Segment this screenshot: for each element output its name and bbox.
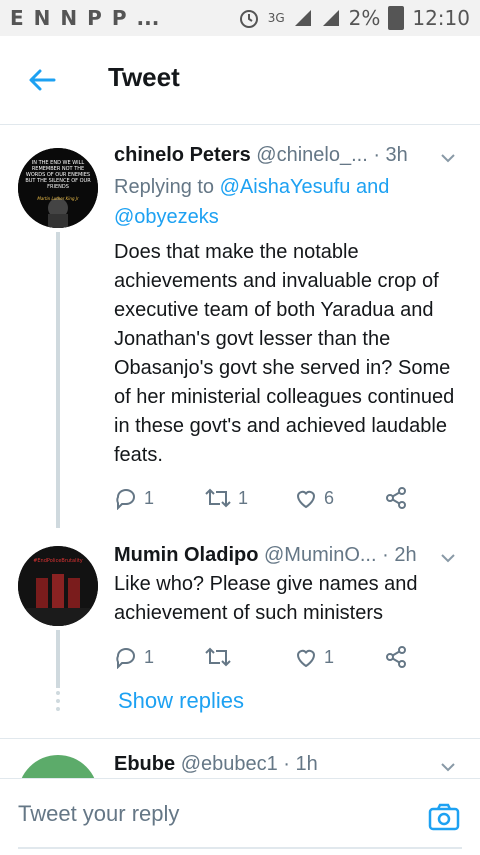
notification-icon-5: P: [111, 6, 127, 30]
heart-icon: [296, 490, 316, 509]
notification-icons: E N N P P ...: [10, 6, 159, 30]
notification-icon-3: N: [60, 6, 78, 30]
tweet-ebube[interactable]: Ebube @ebubec1 · 1h: [0, 739, 480, 779]
network-type: 3G: [267, 11, 285, 25]
display-name[interactable]: chinelo Peters: [114, 144, 251, 166]
show-replies-link[interactable]: Show replies: [118, 688, 244, 714]
battery-icon: [388, 6, 405, 30]
handle[interactable]: @chinelo_...: [256, 144, 367, 166]
reply-count: 1: [144, 487, 155, 508]
timestamp: · 1h: [283, 753, 318, 775]
retweet-icon: [205, 488, 231, 508]
tweet-text: Like who? Please give names and achievem…: [114, 573, 418, 624]
signal-icon: [294, 10, 311, 26]
display-name[interactable]: Ebube: [114, 753, 175, 775]
reply-count: 1: [144, 646, 155, 667]
reply-button[interactable]: 1: [114, 486, 204, 510]
like-count: 1: [324, 646, 335, 667]
mention-link[interactable]: @obyezeks: [114, 206, 219, 228]
retweet-count: 1: [238, 487, 249, 508]
thread-line: [56, 630, 60, 688]
notification-icon-4: P: [87, 6, 102, 30]
avatar[interactable]: #EndPoliceBrutality: [18, 546, 98, 626]
back-arrow-icon[interactable]: [26, 64, 58, 96]
thread-dots: [56, 691, 60, 715]
composer-underline: [18, 847, 462, 849]
replying-to-prefix: Replying to: [114, 176, 215, 198]
heart-icon: [296, 649, 316, 668]
signal-2-icon: [322, 10, 339, 26]
tweet-text: Does that make the notable achievements …: [114, 241, 455, 466]
reply-composer: Tweet your reply: [0, 778, 480, 855]
reply-input[interactable]: Tweet your reply: [18, 801, 179, 827]
tweet-header: chinelo Peters @chinelo_... · 3h: [114, 144, 408, 167]
tweet-header: Mumin Oladipo @MuminO... · 2h: [114, 544, 417, 567]
avatar[interactable]: IN THE END WE WILL REMEMBER NOT THE WORD…: [18, 148, 98, 228]
like-count: 6: [324, 487, 335, 508]
avatar[interactable]: [18, 755, 98, 779]
handle[interactable]: @ebubec1: [181, 753, 278, 775]
tweet-chinelo[interactable]: IN THE END WE WILL REMEMBER NOT THE WORD…: [0, 124, 480, 528]
reply-icon: [116, 648, 135, 669]
retweet-button[interactable]: [204, 645, 294, 669]
thread-line: [56, 232, 60, 528]
battery-percent: 2%: [348, 6, 381, 30]
chevron-down-icon[interactable]: [440, 550, 456, 566]
timestamp: · 3h: [373, 144, 408, 166]
page-title: Tweet: [108, 62, 180, 92]
tweet-actions: 1 1: [114, 642, 408, 672]
system-icons: 3G 2% 12:10: [238, 6, 470, 30]
chevron-down-icon[interactable]: [440, 759, 456, 775]
reply-button[interactable]: 1: [114, 645, 204, 669]
handle[interactable]: @MuminO...: [264, 544, 377, 566]
tweet-mumin[interactable]: #EndPoliceBrutality Mumin Oladipo @Mumin…: [0, 528, 480, 688]
share-icon: [386, 646, 406, 668]
status-bar: E N N P P ... 3G 2% 12:10: [0, 0, 480, 36]
share-button[interactable]: [384, 645, 408, 669]
camera-icon[interactable]: [428, 803, 460, 831]
tweet-actions: 1 1 6: [114, 483, 408, 513]
clock: 12:10: [412, 6, 470, 30]
mention-link[interactable]: @AishaYesufu and: [220, 176, 390, 198]
more-notifications-icon: ...: [136, 6, 160, 30]
retweet-icon: [205, 647, 231, 667]
retweet-button[interactable]: 1: [204, 486, 294, 510]
tweet-header: Ebube @ebubec1 · 1h: [114, 753, 318, 776]
notification-icon-1: E: [10, 6, 24, 30]
share-icon: [386, 487, 406, 509]
replying-to: Replying to @AishaYesufu and @obyezeks: [114, 172, 464, 232]
app-bar: Tweet: [0, 36, 480, 125]
notification-icon-2: N: [33, 6, 51, 30]
like-button[interactable]: 1: [294, 645, 384, 669]
share-button[interactable]: [384, 486, 408, 510]
avatar-hashtag: #EndPoliceBrutality: [33, 558, 83, 564]
avatar-quote-text: IN THE END WE WILL REMEMBER NOT THE WORD…: [25, 160, 91, 190]
alarm-icon: [239, 10, 258, 28]
like-button[interactable]: 6: [294, 486, 384, 510]
reply-icon: [116, 489, 135, 510]
avatar-signature: Martin Luther King Jr: [37, 196, 79, 201]
display-name[interactable]: Mumin Oladipo: [114, 544, 258, 566]
timestamp: · 2h: [382, 544, 417, 566]
chevron-down-icon[interactable]: [440, 150, 456, 166]
